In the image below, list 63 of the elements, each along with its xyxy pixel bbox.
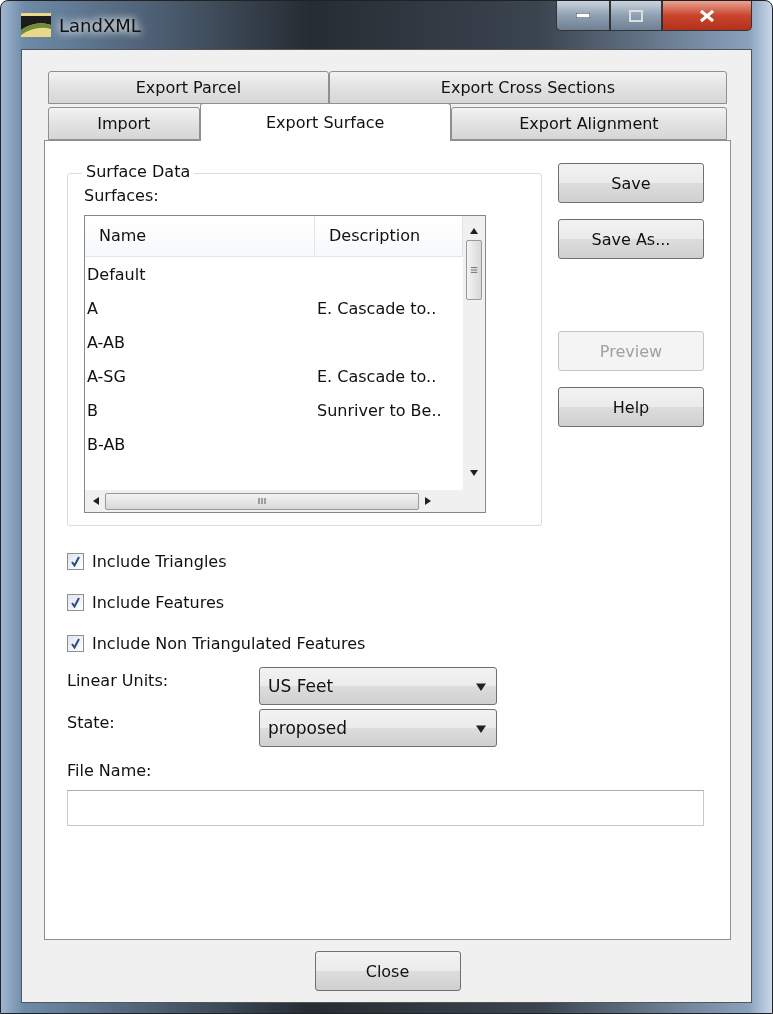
name-cell-text: B [86, 400, 98, 420]
surfaces-list[interactable]: Name Description Default A E. Cascade to.. A-AB A-SG E. Cascade to.. B Sunriver to Be.. B-AB [84, 215, 486, 513]
vertical-scrollbar[interactable] [463, 216, 485, 490]
grip-icon [257, 497, 267, 505]
side-button[interactable]: Save As... [558, 219, 704, 259]
description-cell-text: Sunriver to Be.. [316, 400, 442, 420]
app-logo-icon [21, 13, 51, 37]
tab[interactable]: Export Parcel [48, 71, 329, 104]
dropdown[interactable]: proposed [259, 709, 497, 747]
tab[interactable]: Export Cross Sections [328, 71, 727, 104]
scroll-left-icon[interactable] [91, 497, 99, 505]
list-row[interactable]: B Sunriver to Be.. [85, 393, 463, 427]
side-button[interactable]: Help [558, 387, 704, 427]
maximize-button[interactable] [610, 1, 662, 31]
close-button[interactable] [662, 1, 752, 31]
dropdown[interactable]: US Feet [259, 667, 497, 705]
dropdown-caret-icon[interactable] [476, 681, 486, 691]
grip-icon [470, 266, 478, 274]
scroll-up-icon[interactable] [470, 226, 478, 234]
window-title: LandXML [59, 14, 141, 36]
dropdown-caret-icon[interactable] [476, 723, 486, 733]
list-row[interactable]: Default [85, 257, 463, 291]
scroll-right-icon[interactable] [425, 497, 433, 505]
scroll-down-icon[interactable] [470, 468, 478, 476]
maximize-icon [629, 9, 643, 22]
checkmark-icon [70, 597, 81, 608]
checkmark-icon [70, 638, 81, 649]
column-header[interactable]: Name [85, 216, 315, 256]
field-label: Linear Units: [67, 670, 170, 690]
checkbox[interactable] [67, 635, 84, 652]
name-cell-text: A-SG [86, 366, 126, 386]
name-cell-text: A [86, 298, 98, 318]
name-cell-text: Default [86, 264, 146, 284]
checkbox-option[interactable]: Include Features [67, 593, 704, 612]
file-name-input[interactable] [67, 790, 704, 826]
close-dialog-button[interactable]: Close [314, 951, 461, 991]
checkbox[interactable] [67, 553, 84, 570]
side-button[interactable]: Save [558, 163, 704, 203]
tab[interactable]: Export Surface [199, 103, 451, 141]
horizontal-scrollbar[interactable] [85, 490, 485, 512]
field-label: State: [67, 712, 116, 732]
column-header[interactable]: Description [315, 216, 463, 256]
tab[interactable]: Export Alignment [450, 107, 727, 140]
tab[interactable]: Import [48, 107, 200, 140]
close-icon [699, 8, 715, 23]
file-name-label: File Name: [67, 761, 153, 780]
checkbox-option[interactable]: Include Non Triangulated Features [67, 634, 704, 653]
name-cell-text: B-AB [86, 434, 126, 454]
list-row[interactable]: A-SG E. Cascade to.. [85, 359, 463, 393]
checkmark-icon [70, 556, 81, 567]
minimize-icon [576, 13, 590, 18]
minimize-button[interactable] [556, 1, 610, 31]
list-row[interactable]: A-AB [85, 325, 463, 359]
scrollbar-thumb[interactable] [466, 240, 482, 300]
description-cell-text: E. Cascade to.. [316, 366, 437, 386]
checkbox[interactable] [67, 594, 84, 611]
surfaces-label: Surfaces: [84, 186, 160, 205]
description-cell-text: E. Cascade to.. [316, 298, 437, 318]
checkbox-option[interactable]: Include Triangles [67, 552, 704, 571]
name-cell-text: A-AB [86, 332, 125, 352]
scrollbar-thumb[interactable] [105, 492, 419, 510]
list-row[interactable]: B-AB [85, 427, 463, 461]
list-row[interactable]: A E. Cascade to.. [85, 291, 463, 325]
